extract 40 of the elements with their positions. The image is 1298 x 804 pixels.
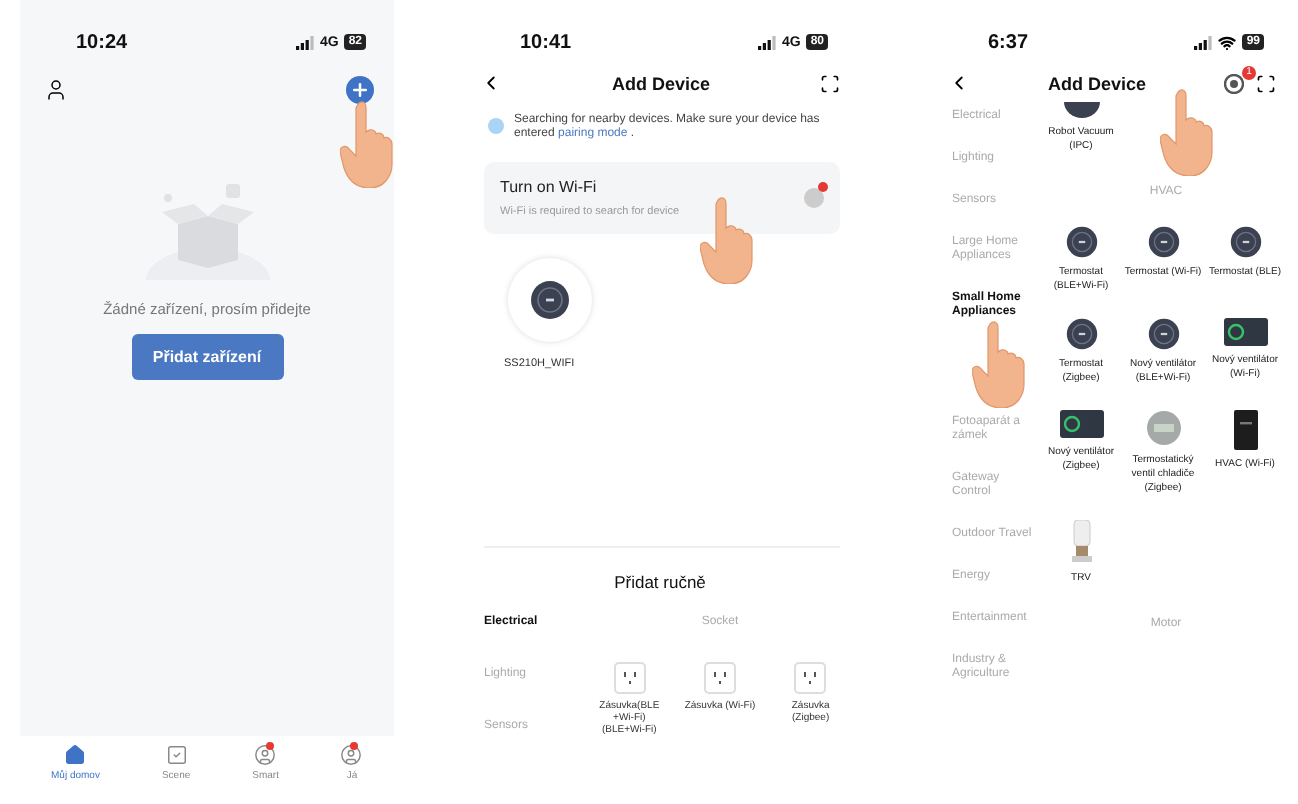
robot-vacuum-icon	[1063, 102, 1099, 118]
control-panel-icon	[1223, 318, 1267, 346]
pointing-hand-drawing	[1160, 88, 1216, 176]
add-device-button[interactable]: Přidat zařízení	[131, 334, 283, 380]
thermostat-icon	[1065, 318, 1097, 350]
thermostat-icon	[1065, 226, 1097, 258]
profile-icon[interactable]	[44, 78, 68, 102]
plus-icon	[350, 80, 370, 100]
found-device-ring[interactable]	[508, 258, 592, 342]
pointing-hand-drawing	[700, 196, 756, 284]
screen-title: Add Device	[611, 73, 711, 93]
socket-icon	[613, 662, 646, 694]
thermostat-icon	[1229, 226, 1261, 258]
add-button[interactable]	[346, 76, 374, 104]
card-title: Turn on Wi-Fi	[500, 178, 599, 196]
section-title: Přidat ručně	[614, 572, 706, 592]
socket-icon	[703, 662, 736, 694]
home-icon	[64, 744, 87, 766]
thermostat-icon	[530, 280, 570, 320]
thermostat-icon	[1147, 318, 1179, 350]
socket-icon	[794, 662, 827, 694]
status-time: 6:37	[988, 31, 1029, 53]
signal-icon	[295, 35, 314, 49]
signal-icon	[1194, 35, 1213, 49]
hvac-panel-icon	[1233, 410, 1257, 450]
radiator-valve-icon	[1071, 520, 1091, 564]
thermostat-icon	[1147, 226, 1179, 258]
pointing-hand-drawing	[340, 100, 396, 188]
control-panel-icon	[1059, 410, 1103, 438]
wifi-icon	[1218, 33, 1237, 51]
checkbox-icon	[165, 744, 188, 766]
wifi-off-icon[interactable]	[804, 188, 824, 208]
profile-icon	[340, 744, 363, 766]
status-time: 10:24	[76, 31, 128, 53]
valve-icon	[1145, 410, 1181, 446]
pointing-hand-drawing	[972, 320, 1028, 408]
signal-icon	[757, 35, 776, 49]
screen-title: Add Device	[1047, 73, 1147, 93]
status-time: 10:41	[520, 31, 572, 53]
searching-icon	[488, 118, 504, 134]
